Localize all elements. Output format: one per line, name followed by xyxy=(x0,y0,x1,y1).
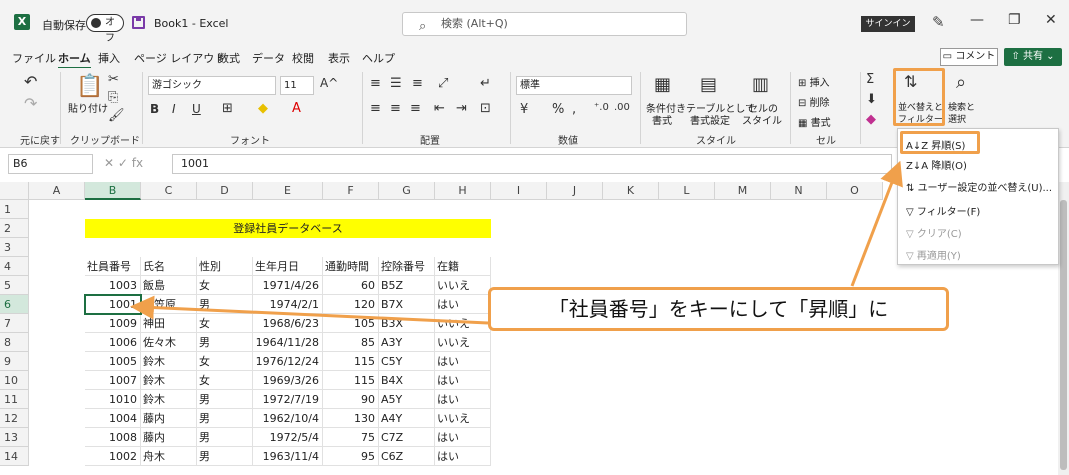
instruction-callout: 「社員番号」をキーにして「昇順」に xyxy=(488,287,949,331)
arrow-to-cell xyxy=(130,295,489,325)
annotation-arrows xyxy=(130,160,903,325)
arrow-to-menu xyxy=(850,160,903,287)
